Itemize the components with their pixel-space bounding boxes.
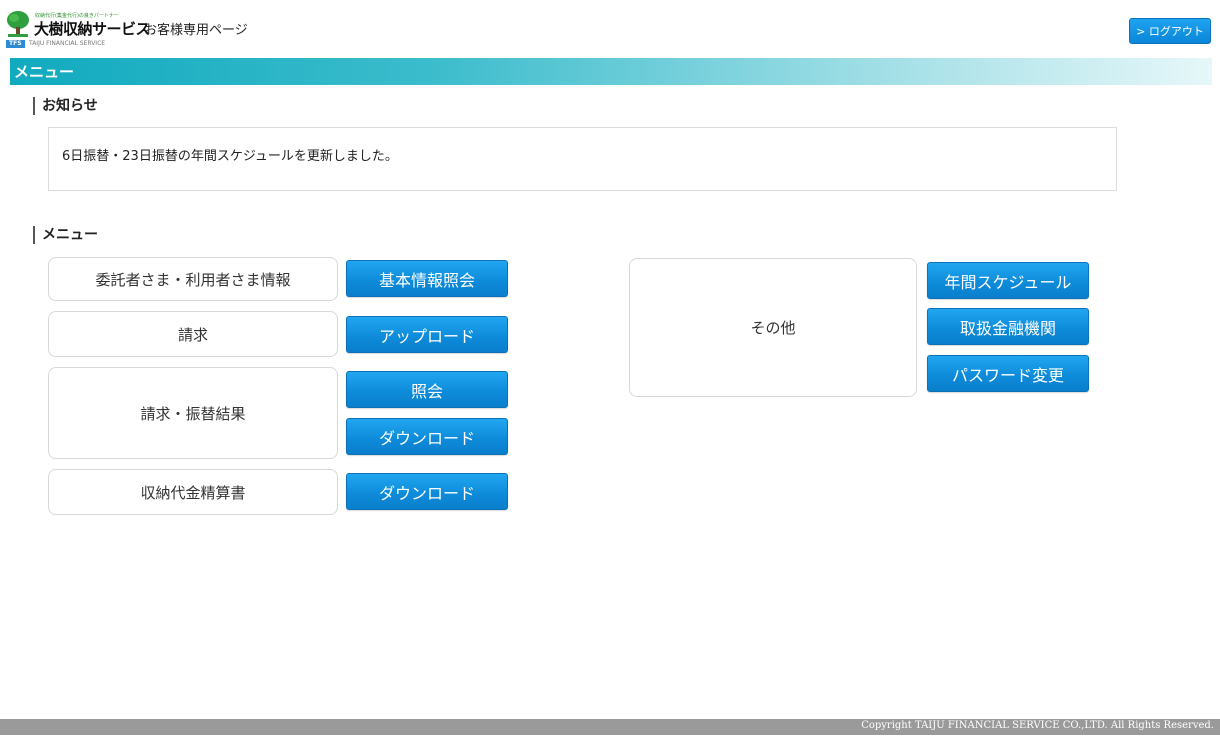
annual-schedule-button[interactable]: 年間スケジュール — [927, 262, 1089, 299]
logo-name: 大樹収納サービス — [34, 20, 151, 38]
notice-heading: お知らせ — [33, 97, 98, 115]
billing-label: 請求 — [48, 311, 338, 357]
menu-heading: メニュー — [33, 226, 98, 244]
client-info-label: 委託者さま・利用者さま情報 — [48, 257, 338, 301]
page-label: お客様専用ページ — [144, 23, 248, 38]
menu-banner-title: メニュー — [14, 63, 75, 81]
header: 収納代行(集金代行)の良きパートナー 大樹収納サービス TFS TAIJU FI… — [0, 0, 1220, 56]
other-label: その他 — [629, 258, 917, 397]
billing-result-inquiry-button[interactable]: 照会 — [346, 371, 508, 408]
logout-button[interactable]: > ログアウト — [1129, 18, 1211, 44]
change-password-button[interactable]: パスワード変更 — [927, 355, 1089, 392]
menu-banner: メニュー — [10, 58, 1212, 85]
billing-result-label: 請求・振替結果 — [48, 367, 338, 459]
settlement-label: 収納代金精算書 — [48, 469, 338, 515]
logo-english-name: TAIJU FINANCIAL SERVICE — [29, 40, 106, 47]
financial-institutions-button[interactable]: 取扱金融機関 — [927, 308, 1089, 345]
logo-badge: TFS — [6, 40, 25, 48]
basic-info-inquiry-button[interactable]: 基本情報照会 — [346, 260, 508, 297]
footer: Copyright TAIJU FINANCIAL SERVICE CO.,LT… — [0, 719, 1220, 735]
billing-result-download-button[interactable]: ダウンロード — [346, 418, 508, 455]
billing-upload-button[interactable]: アップロード — [346, 316, 508, 353]
settlement-download-button[interactable]: ダウンロード — [346, 473, 508, 510]
notice-box: 6日振替・23日振替の年間スケジュールを更新しました。 — [48, 127, 1117, 191]
notice-text: 6日振替・23日振替の年間スケジュールを更新しました。 — [62, 149, 398, 164]
tree-icon — [7, 11, 29, 37]
company-logo[interactable]: 収納代行(集金代行)の良きパートナー 大樹収納サービス TFS TAIJU FI… — [6, 10, 151, 48]
copyright-text: Copyright TAIJU FINANCIAL SERVICE CO.,LT… — [861, 720, 1214, 731]
